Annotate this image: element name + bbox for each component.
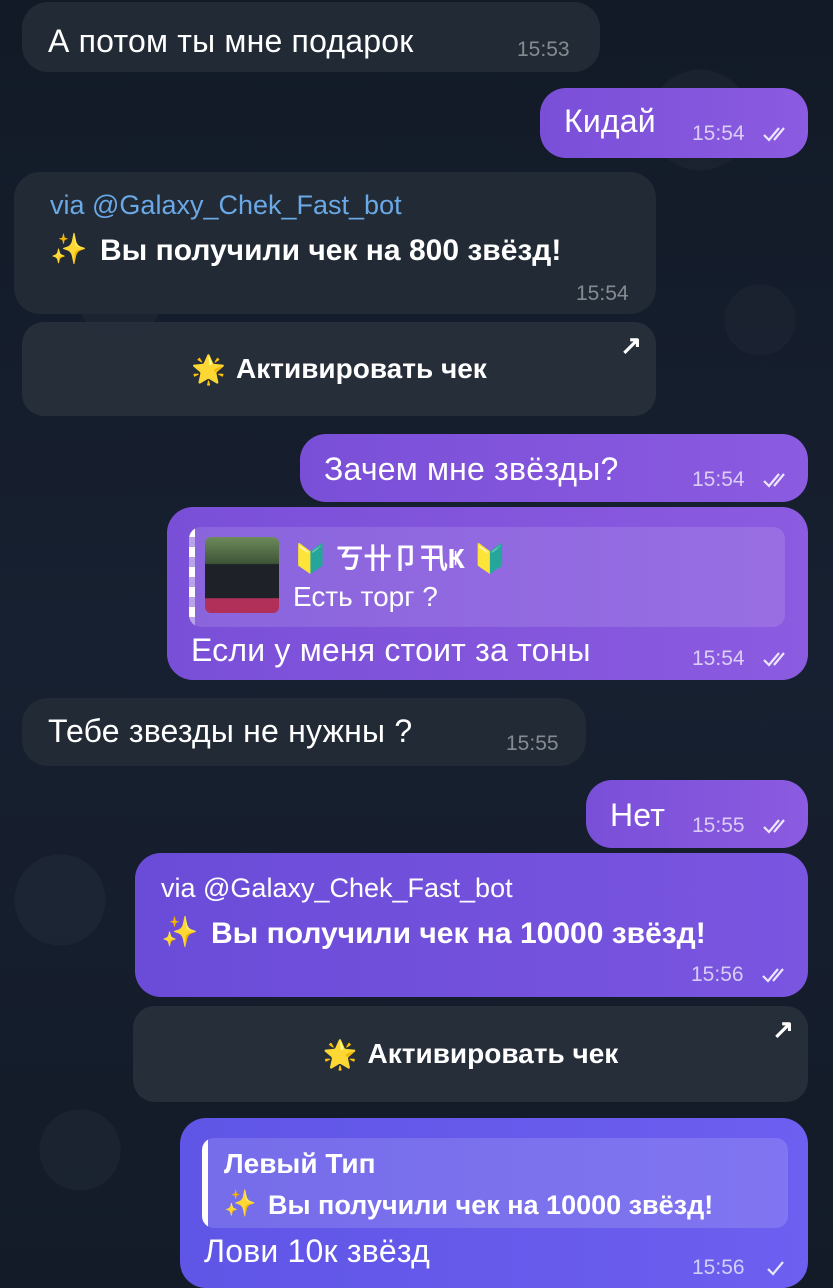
reply-text: Есть торг ? bbox=[293, 581, 438, 612]
message-time: 15:56 bbox=[692, 1256, 745, 1279]
message-time: 15:55 bbox=[506, 732, 559, 755]
activate-check-button[interactable]: 🌟 Активировать чек ↗ bbox=[133, 1006, 808, 1102]
reply-author: Левый Тип bbox=[224, 1148, 376, 1179]
via-bot-link[interactable]: via @Galaxy_Chek_Fast_bot bbox=[50, 190, 402, 221]
message-incoming[interactable]: А потом ты мне подарок 15:53 bbox=[22, 2, 600, 72]
button-label: Активировать чек bbox=[236, 353, 487, 384]
star-icon: 🌟 bbox=[322, 1038, 358, 1070]
message-text: Вы получили чек на 10000 звёзд! bbox=[211, 917, 706, 950]
double-check-icon bbox=[763, 473, 785, 488]
message-outgoing[interactable]: Кидай 15:54 bbox=[540, 88, 808, 158]
message-time: 15:54 bbox=[692, 468, 745, 491]
reply-preview[interactable]: Левый Тип ✨ Вы получили чек на 10000 звё… bbox=[202, 1138, 788, 1228]
double-check-icon bbox=[763, 819, 785, 834]
message-time: 15:53 bbox=[517, 38, 570, 61]
bot-message[interactable]: via @Galaxy_Chek_Fast_bot ✨ Вы получили … bbox=[14, 172, 656, 314]
message-text: Нет bbox=[610, 797, 666, 833]
reply-text: Вы получили чек на 10000 звёзд! bbox=[268, 1190, 714, 1220]
message-text: Тебе звезды не нужны ? bbox=[48, 713, 413, 749]
reply-bar bbox=[202, 1138, 208, 1228]
message-text: Кидай bbox=[564, 103, 656, 139]
reply-bar bbox=[189, 527, 195, 627]
sparkles-icon: ✨ bbox=[224, 1188, 257, 1218]
reply-author: 🔰 ㄎ卄卩卂Ҝ 🔰 bbox=[293, 543, 508, 574]
message-incoming[interactable]: Тебе звезды не нужны ? 15:55 bbox=[22, 698, 586, 766]
button-label: Активировать чек bbox=[367, 1038, 619, 1069]
message-time: 15:54 bbox=[576, 282, 629, 305]
reply-thumbnail bbox=[205, 537, 279, 613]
message-time: 15:56 bbox=[691, 963, 744, 986]
double-check-icon bbox=[762, 968, 784, 983]
message-time: 15:54 bbox=[692, 122, 745, 145]
message-outgoing[interactable]: Нет 15:55 bbox=[586, 780, 808, 848]
bot-message-outgoing[interactable]: via @Galaxy_Chek_Fast_bot ✨ Вы получили … bbox=[135, 853, 808, 997]
external-link-icon: ↗ bbox=[620, 330, 642, 360]
message-time: 15:54 bbox=[692, 647, 745, 670]
sparkles-icon: ✨ bbox=[161, 916, 199, 949]
message-outgoing-with-reply[interactable]: Левый Тип ✨ Вы получили чек на 10000 звё… bbox=[180, 1118, 808, 1288]
message-text: Лови 10к звёзд bbox=[204, 1233, 430, 1269]
external-link-icon: ↗ bbox=[772, 1014, 794, 1044]
message-outgoing[interactable]: Зачем мне звёзды? 15:54 bbox=[300, 434, 808, 502]
message-text: Если у меня стоит за тоны bbox=[191, 632, 591, 668]
message-text: А потом ты мне подарок bbox=[48, 23, 414, 59]
activate-check-button[interactable]: 🌟 Активировать чек ↗ bbox=[22, 322, 656, 416]
message-text: Зачем мне звёзды? bbox=[324, 451, 619, 487]
message-time: 15:55 bbox=[692, 814, 745, 837]
via-bot-link[interactable]: via @Galaxy_Chek_Fast_bot bbox=[161, 873, 513, 904]
message-outgoing-with-reply[interactable]: 🔰 ㄎ卄卩卂Ҝ 🔰 Есть торг ? Если у меня стоит … bbox=[167, 507, 808, 680]
sparkles-icon: ✨ bbox=[50, 233, 88, 266]
star-icon: 🌟 bbox=[191, 353, 227, 385]
double-check-icon bbox=[763, 127, 785, 142]
message-text: Вы получили чек на 800 звёзд! bbox=[100, 234, 562, 267]
reply-preview[interactable]: 🔰 ㄎ卄卩卂Ҝ 🔰 Есть торг ? bbox=[189, 527, 785, 627]
single-check-icon bbox=[767, 1261, 784, 1276]
double-check-icon bbox=[763, 652, 785, 667]
